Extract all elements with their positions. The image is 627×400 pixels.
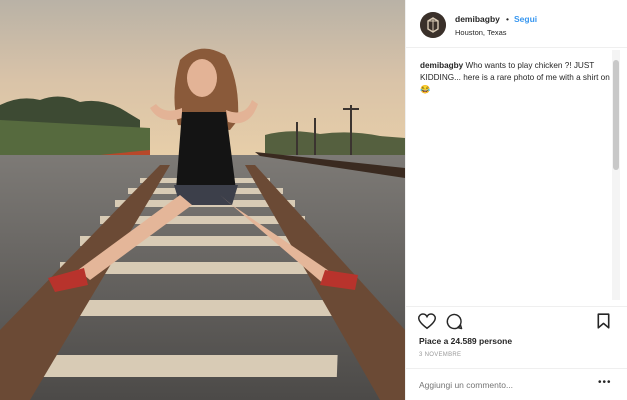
actions-divider (405, 306, 627, 307)
avatar-logo (420, 12, 446, 38)
separator-dot: • (506, 14, 509, 24)
heart-icon[interactable] (418, 313, 436, 330)
comment-icon[interactable] (446, 313, 463, 330)
post-date[interactable]: 3 NOVEMBRE (419, 352, 461, 358)
post-caption: demibagby Who wants to play chicken ?! J… (420, 60, 610, 96)
railway-photo-illustration (0, 0, 405, 400)
comment-input[interactable] (419, 378, 589, 392)
caption-username-link[interactable]: demibagby (420, 61, 463, 70)
bookmark-icon[interactable] (597, 313, 610, 329)
follow-button[interactable]: Segui (514, 14, 537, 24)
comment-divider (405, 368, 627, 369)
avatar[interactable] (420, 12, 446, 38)
location-link[interactable]: Houston, Texas (455, 28, 507, 37)
more-options-button[interactable]: ••• (598, 377, 612, 388)
post-header: demibagby • Segui Houston, Texas (406, 0, 627, 48)
comments-scrollbar-thumb[interactable] (613, 60, 619, 170)
post-photo[interactable] (0, 0, 405, 400)
likes-count[interactable]: Piace a 24.589 persone (419, 336, 512, 346)
username-link[interactable]: demibagby (455, 14, 500, 24)
